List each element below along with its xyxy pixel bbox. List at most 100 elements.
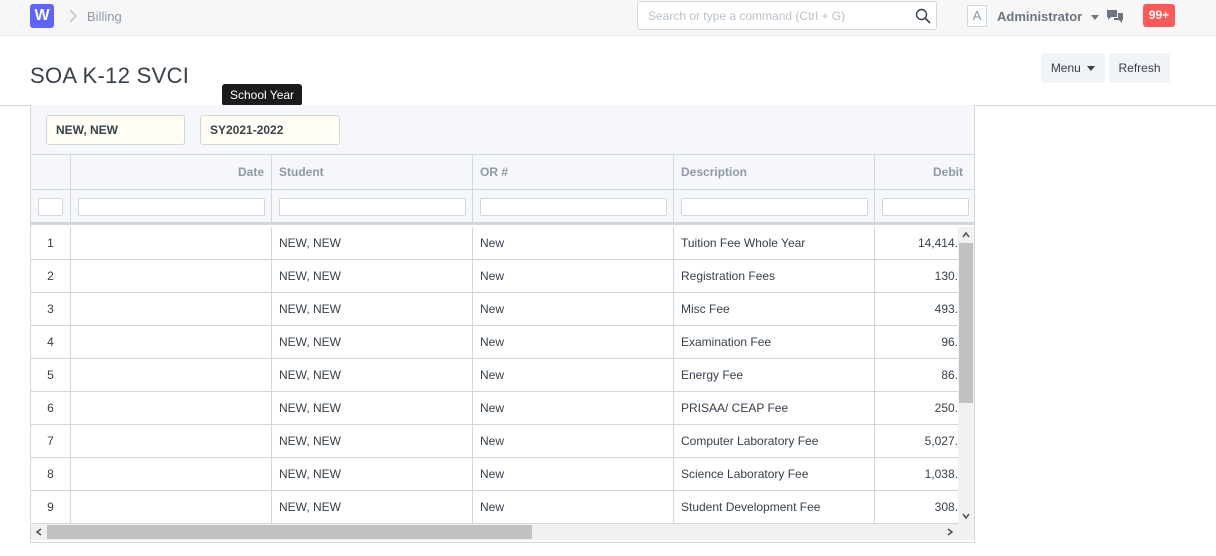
cell-or[interactable]: New: [473, 260, 674, 293]
table-row[interactable]: 5 NEW, NEW New Energy Fee 86.: [31, 359, 958, 392]
filter-cell-student: [272, 190, 473, 225]
notifications-badge[interactable]: 99+: [1143, 4, 1175, 27]
row-number: 1: [31, 227, 71, 260]
cell-date[interactable]: [71, 227, 272, 260]
cell-date[interactable]: [71, 359, 272, 392]
cell-debit[interactable]: 308.: [875, 491, 958, 524]
horizontal-scrollbar[interactable]: [31, 524, 974, 540]
cell-student[interactable]: NEW, NEW: [272, 260, 473, 293]
user-name: Administrator: [997, 9, 1083, 24]
cell-description[interactable]: Misc Fee: [674, 293, 875, 326]
filter-cell-rownum: [31, 190, 71, 225]
page-head: SOA K-12 SVCI Menu Refresh: [0, 36, 1216, 106]
breadcrumb-billing[interactable]: Billing: [87, 9, 122, 24]
filter-cell-date: [71, 190, 272, 225]
column-header-rownum: [31, 155, 71, 190]
filter-input-description[interactable]: [681, 198, 868, 216]
table-row[interactable]: 8 NEW, NEW New Science Laboratory Fee 1,…: [31, 458, 958, 491]
student-filter[interactable]: NEW, NEW: [46, 115, 185, 145]
refresh-button[interactable]: Refresh: [1109, 53, 1170, 83]
cell-description[interactable]: Student Development Fee: [674, 491, 875, 524]
cell-or[interactable]: New: [473, 293, 674, 326]
grid-header: Date Student OR # Description Debit: [31, 155, 974, 190]
user-menu[interactable]: Administrator: [997, 9, 1099, 24]
column-header-description[interactable]: Description: [674, 155, 875, 190]
cell-student[interactable]: NEW, NEW: [272, 326, 473, 359]
scroll-down-icon[interactable]: [961, 511, 971, 521]
row-number: 2: [31, 260, 71, 293]
filter-cell-debit: [875, 190, 975, 225]
cell-debit[interactable]: 14,414.: [875, 227, 958, 260]
cell-or[interactable]: New: [473, 491, 674, 524]
cell-description[interactable]: Computer Laboratory Fee: [674, 425, 875, 458]
chat-icon[interactable]: [1106, 8, 1124, 24]
cell-description[interactable]: Tuition Fee Whole Year: [674, 227, 875, 260]
filter-input-rownum[interactable]: [38, 198, 63, 216]
filter-input-debit[interactable]: [882, 198, 969, 216]
row-number: 8: [31, 458, 71, 491]
table-row[interactable]: 2 NEW, NEW New Registration Fees 130.: [31, 260, 958, 293]
cell-date[interactable]: [71, 260, 272, 293]
scroll-left-icon[interactable]: [34, 527, 44, 537]
table-row[interactable]: 4 NEW, NEW New Examination Fee 96.: [31, 326, 958, 359]
cell-student[interactable]: NEW, NEW: [272, 293, 473, 326]
row-number: 5: [31, 359, 71, 392]
column-header-date[interactable]: Date: [71, 155, 272, 190]
cell-or[interactable]: New: [473, 458, 674, 491]
cell-or[interactable]: New: [473, 425, 674, 458]
cell-description[interactable]: Science Laboratory Fee: [674, 458, 875, 491]
cell-debit[interactable]: 493.: [875, 293, 958, 326]
column-header-student[interactable]: Student: [272, 155, 473, 190]
table-row[interactable]: 3 NEW, NEW New Misc Fee 493.: [31, 293, 958, 326]
cell-or[interactable]: New: [473, 392, 674, 425]
logo-icon[interactable]: W: [30, 4, 54, 28]
cell-debit[interactable]: 96.: [875, 326, 958, 359]
table-row[interactable]: 9 NEW, NEW New Student Development Fee 3…: [31, 491, 958, 524]
vertical-scroll-thumb[interactable]: [959, 243, 973, 403]
cell-student[interactable]: NEW, NEW: [272, 491, 473, 524]
filter-input-or[interactable]: [480, 198, 667, 216]
cell-description[interactable]: PRISAA/ CEAP Fee: [674, 392, 875, 425]
filter-input-student[interactable]: [279, 198, 466, 216]
cell-description[interactable]: Energy Fee: [674, 359, 875, 392]
cell-date[interactable]: [71, 425, 272, 458]
avatar[interactable]: A: [967, 5, 987, 27]
cell-date[interactable]: [71, 458, 272, 491]
cell-debit[interactable]: 5,027.: [875, 425, 958, 458]
menu-button[interactable]: Menu: [1041, 53, 1105, 83]
cell-or[interactable]: New: [473, 326, 674, 359]
cell-date[interactable]: [71, 392, 272, 425]
school-year-filter[interactable]: SY2021-2022: [200, 115, 340, 145]
column-header-debit[interactable]: Debit: [875, 155, 975, 190]
scroll-up-icon[interactable]: [961, 230, 971, 240]
cell-student[interactable]: NEW, NEW: [272, 392, 473, 425]
filter-input-date[interactable]: [78, 198, 265, 216]
cell-student[interactable]: NEW, NEW: [272, 359, 473, 392]
table-row[interactable]: 1 NEW, NEW New Tuition Fee Whole Year 14…: [31, 227, 958, 260]
cell-date[interactable]: [71, 326, 272, 359]
cell-student[interactable]: NEW, NEW: [272, 458, 473, 491]
cell-debit[interactable]: 86.: [875, 359, 958, 392]
cell-student[interactable]: NEW, NEW: [272, 425, 473, 458]
cell-debit[interactable]: 130.: [875, 260, 958, 293]
table-row[interactable]: 6 NEW, NEW New PRISAA/ CEAP Fee 250.: [31, 392, 958, 425]
cell-debit[interactable]: 1,038.: [875, 458, 958, 491]
report-view: NEW, NEW SY2021-2022 Date Student OR # D…: [30, 105, 975, 543]
cell-description[interactable]: Examination Fee: [674, 326, 875, 359]
search-icon[interactable]: [915, 8, 931, 24]
column-header-or[interactable]: OR #: [473, 155, 674, 190]
cell-description[interactable]: Registration Fees: [674, 260, 875, 293]
filter-cell-description: [674, 190, 875, 225]
cell-or[interactable]: New: [473, 227, 674, 260]
vertical-scrollbar[interactable]: [958, 227, 974, 524]
cell-debit[interactable]: 250.: [875, 392, 958, 425]
cell-or[interactable]: New: [473, 359, 674, 392]
horizontal-scroll-thumb[interactable]: [47, 525, 532, 539]
table-row[interactable]: 7 NEW, NEW New Computer Laboratory Fee 5…: [31, 425, 958, 458]
caret-down-icon: [1087, 66, 1096, 72]
cell-date[interactable]: [71, 491, 272, 524]
cell-student[interactable]: NEW, NEW: [272, 227, 473, 260]
cell-date[interactable]: [71, 293, 272, 326]
search-input[interactable]: [638, 2, 908, 29]
scroll-right-icon[interactable]: [945, 527, 955, 537]
